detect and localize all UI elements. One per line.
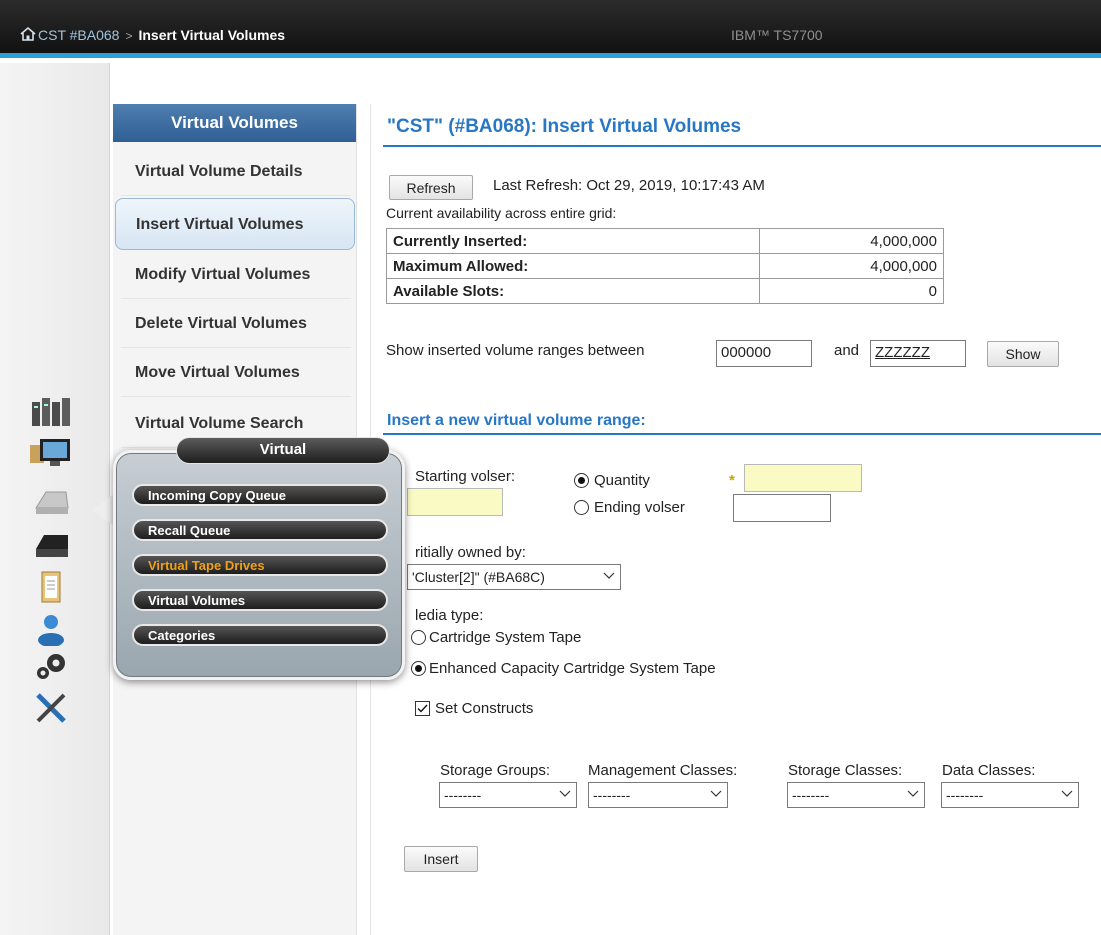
title-divider: [383, 145, 1101, 147]
main-panel: "CST" (#BA068): Insert Virtual Volumes R…: [370, 104, 1101, 935]
quantity-radio[interactable]: [574, 473, 589, 488]
sidebar-item-virtual-volume-details[interactable]: Virtual Volume Details: [121, 148, 351, 196]
set-constructs-checkbox[interactable]: [415, 701, 430, 716]
management-classes-label: Management Classes:: [588, 762, 738, 779]
popup-item-incoming-copy-queue[interactable]: Incoming Copy Queue: [132, 484, 388, 506]
insert-section-title: Insert a new virtual volume range:: [387, 412, 646, 429]
required-marker: *: [729, 472, 735, 489]
media-type-label: ledia type:: [415, 607, 484, 624]
popup-item-virtual-tape-drives[interactable]: Virtual Tape Drives: [132, 554, 388, 576]
tools-icon[interactable]: [28, 691, 74, 725]
storage-groups-value: --------: [444, 787, 482, 803]
management-classes-select[interactable]: --------: [588, 782, 728, 808]
table-cell-value: 4,000,000: [759, 253, 944, 279]
table-cell-label: Available Slots:: [386, 278, 760, 304]
quantity-input[interactable]: [744, 464, 862, 492]
check-icon: [417, 704, 428, 713]
storage-classes-value: --------: [792, 787, 830, 803]
data-classes-label: Data Classes:: [942, 762, 1036, 779]
ending-volser-label: Ending volser: [594, 499, 685, 516]
table-cell-value: 0: [759, 278, 944, 304]
storage-classes-label: Storage Classes:: [788, 762, 903, 779]
refresh-button[interactable]: Refresh: [389, 175, 473, 200]
chevron-down-icon: [1061, 790, 1073, 797]
virtual-icon[interactable]: [28, 486, 74, 520]
show-button[interactable]: Show: [987, 341, 1059, 367]
chevron-down-icon: [603, 572, 615, 579]
range-from-input[interactable]: 000000: [716, 340, 812, 367]
table-row: Currently Inserted: 4,000,000: [386, 228, 944, 254]
range-and-label: and: [834, 342, 860, 359]
sidebar-item-delete-virtual-volumes[interactable]: Delete Virtual Volumes: [121, 300, 351, 348]
storage-groups-label: Storage Groups:: [440, 762, 551, 779]
quantity-label: Quantity: [594, 472, 650, 489]
storage-groups-select[interactable]: --------: [439, 782, 577, 808]
home-icon[interactable]: [20, 26, 36, 42]
cluster-icon[interactable]: [28, 396, 74, 430]
table-row: Available Slots: 0: [386, 278, 944, 304]
cartridge-system-tape-label: Cartridge System Tape: [429, 629, 582, 646]
ending-volser-input[interactable]: [733, 494, 831, 522]
clipboard-icon[interactable]: [28, 570, 74, 604]
table-cell-label: Maximum Allowed:: [386, 253, 760, 279]
breadcrumb: CST #BA068 > Insert Virtual Volumes: [20, 26, 286, 43]
popup-item-recall-queue[interactable]: Recall Queue: [132, 519, 388, 541]
availability-label: Current availability across entire grid:: [386, 205, 617, 221]
data-classes-select[interactable]: --------: [941, 782, 1079, 808]
starting-volser-input[interactable]: [407, 488, 503, 516]
product-name: IBM™ TS7700: [731, 27, 823, 43]
page-title: "CST" (#BA068): Insert Virtual Volumes: [387, 116, 742, 137]
breadcrumb-parent-link[interactable]: CST #BA068: [38, 27, 119, 43]
popup-title: Virtual: [176, 437, 390, 464]
insert-button[interactable]: Insert: [404, 846, 478, 872]
table-row: Maximum Allowed: 4,000,000: [386, 253, 944, 279]
owned-by-value: 'Cluster[2]" (#BA68C): [412, 569, 545, 585]
enhanced-capacity-radio[interactable]: [411, 661, 426, 676]
breadcrumb-separator: >: [125, 29, 133, 43]
physical-icon[interactable]: [28, 529, 74, 563]
owned-by-label: ritially owned by:: [415, 544, 526, 561]
table-cell-label: Currently Inserted:: [386, 228, 760, 254]
range-label: Show inserted volume ranges between: [386, 342, 645, 359]
popup-item-categories[interactable]: Categories: [132, 624, 388, 646]
sidebar-header: Virtual Volumes: [113, 104, 356, 142]
chevron-down-icon: [907, 790, 919, 797]
sidebar-item-modify-virtual-volumes[interactable]: Modify Virtual Volumes: [121, 251, 351, 299]
top-bar: CST #BA068 > Insert Virtual Volumes IBM™ T…: [0, 0, 1101, 58]
last-refresh-text: Last Refresh: Oct 29, 2019, 10:17:43 AM: [493, 177, 765, 194]
storage-classes-select[interactable]: --------: [787, 782, 925, 808]
management-classes-value: --------: [593, 787, 631, 803]
breadcrumb-current: Insert Virtual Volumes: [138, 27, 286, 43]
starting-volser-label: Starting volser:: [415, 468, 516, 485]
cartridge-system-tape-radio[interactable]: [411, 630, 426, 645]
popup-pointer: [92, 494, 114, 526]
user-icon[interactable]: [28, 612, 74, 646]
table-cell-value: 4,000,000: [759, 228, 944, 254]
range-to-input[interactable]: ZZZZZZ: [870, 340, 966, 367]
data-classes-value: --------: [946, 787, 984, 803]
sidebar-item-insert-virtual-volumes[interactable]: Insert Virtual Volumes: [115, 198, 355, 250]
monitor-icon[interactable]: [28, 437, 74, 471]
owned-by-select[interactable]: 'Cluster[2]" (#BA68C): [407, 564, 621, 590]
section-divider: [383, 433, 1101, 435]
availability-table: Currently Inserted: 4,000,000 Maximum Al…: [386, 228, 944, 304]
popup-item-virtual-volumes[interactable]: Virtual Volumes: [132, 589, 388, 611]
set-constructs-label: Set Constructs: [435, 700, 534, 717]
enhanced-capacity-label: Enhanced Capacity Cartridge System Tape: [429, 660, 716, 677]
gears-icon[interactable]: [28, 649, 74, 683]
sidebar-item-move-virtual-volumes[interactable]: Move Virtual Volumes: [121, 349, 351, 397]
chevron-down-icon: [710, 790, 722, 797]
ending-volser-radio[interactable]: [574, 500, 589, 515]
chevron-down-icon: [559, 790, 571, 797]
